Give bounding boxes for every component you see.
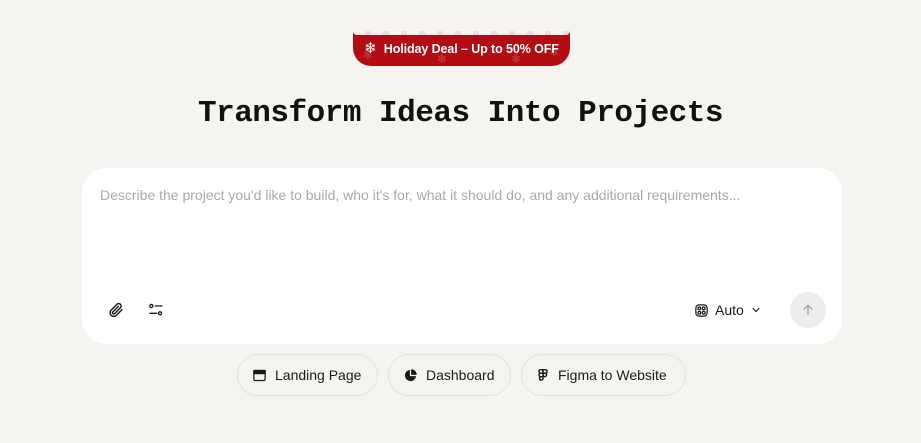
model-selector[interactable]: Auto bbox=[694, 299, 762, 321]
attach-file-button[interactable] bbox=[102, 296, 130, 324]
sliders-icon bbox=[149, 303, 163, 316]
suggestion-landing-page[interactable]: Landing Page bbox=[237, 354, 378, 396]
page: ❄ ❄ ❄ ❄ ❄ Holiday Deal – Up to 50% OFF T… bbox=[0, 0, 921, 443]
project-description-input[interactable] bbox=[100, 186, 824, 286]
snowflake-icon: ❄ bbox=[364, 40, 377, 57]
suggestion-figma-to-website[interactable]: Figma to Website bbox=[521, 354, 686, 396]
model-icon bbox=[695, 303, 708, 317]
suggestion-label: Landing Page bbox=[275, 367, 362, 383]
prompt-composer: Auto bbox=[82, 168, 842, 344]
pie-chart-icon bbox=[404, 368, 417, 381]
holiday-deal-banner[interactable]: ❄ ❄ ❄ ❄ ❄ Holiday Deal – Up to 50% OFF bbox=[353, 31, 570, 66]
browser-window-icon bbox=[253, 369, 266, 381]
arrow-up-icon bbox=[803, 304, 813, 316]
send-button[interactable] bbox=[790, 292, 826, 328]
suggestion-label: Figma to Website bbox=[558, 367, 667, 383]
suggestion-label: Dashboard bbox=[426, 367, 495, 383]
paperclip-icon bbox=[109, 302, 123, 318]
page-title: Transform Ideas Into Projects bbox=[198, 96, 724, 131]
prompt-settings-button[interactable] bbox=[142, 296, 170, 324]
suggestion-dashboard[interactable]: Dashboard bbox=[388, 354, 511, 396]
chevron-down-icon bbox=[752, 307, 760, 313]
figma-icon bbox=[538, 368, 548, 381]
promo-label: Holiday Deal – Up to 50% OFF bbox=[383, 41, 559, 56]
model-selector-label: Auto bbox=[715, 302, 744, 318]
